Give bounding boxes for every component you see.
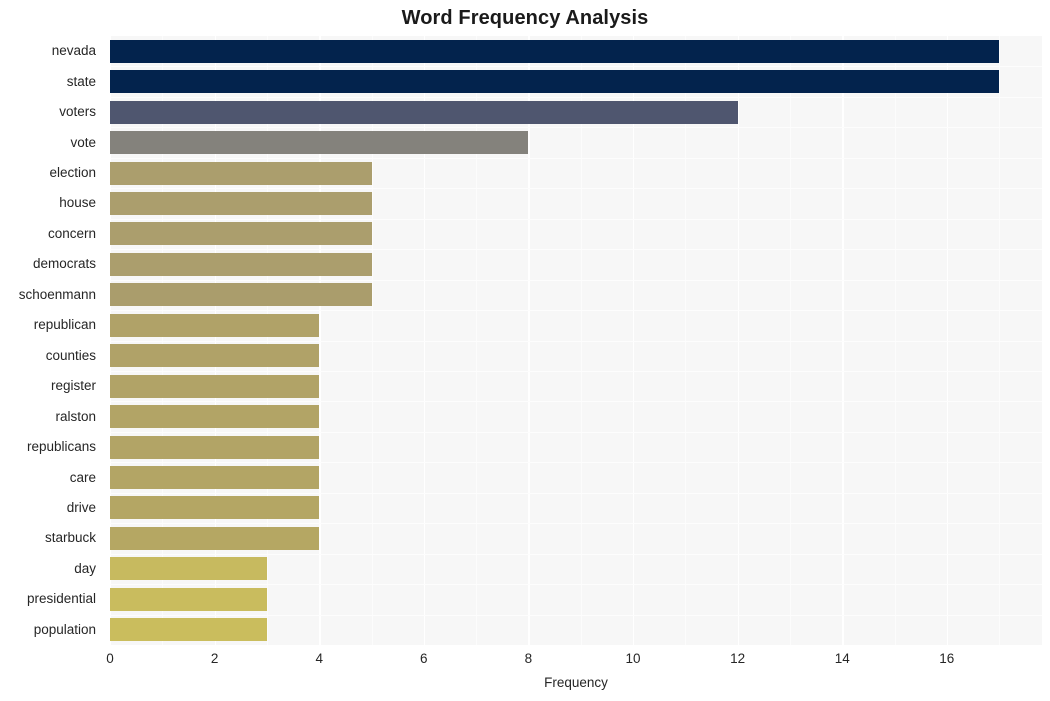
- bar: [110, 618, 267, 642]
- y-axis-tick-label: population: [33, 621, 96, 637]
- x-axis-tick-label: 14: [834, 651, 850, 666]
- gridline-horizontal: [110, 188, 1042, 189]
- gridline-horizontal: [110, 97, 1042, 98]
- y-axis-tick-label: schoenmann: [18, 286, 96, 302]
- y-axis-tick-label: care: [69, 469, 96, 485]
- y-axis-tick-label: register: [50, 378, 96, 394]
- x-axis-tick-label: 4: [315, 651, 323, 666]
- bar: [110, 39, 1000, 63]
- gridline-horizontal: [110, 127, 1042, 128]
- y-axis-tick-label: counties: [45, 347, 96, 363]
- bar: [110, 466, 320, 490]
- bar: [110, 131, 529, 155]
- chart-figure: Word Frequency Analysis nevada state voter…: [0, 0, 1050, 701]
- x-axis-tick-label: 8: [524, 651, 533, 666]
- plot-area: [110, 36, 1042, 645]
- gridline-horizontal: [110, 219, 1042, 220]
- y-axis-tick-label: republican: [33, 317, 96, 333]
- gridline-horizontal: [110, 523, 1042, 524]
- x-axis-tick-label: 12: [730, 651, 746, 666]
- bar: [110, 496, 320, 520]
- x-axis-tick-label: 6: [420, 651, 428, 666]
- y-axis-tick-label: concern: [47, 225, 96, 241]
- x-axis-tick-label: 0: [106, 651, 114, 666]
- gridline-horizontal: [110, 249, 1042, 250]
- x-axis-tick-label: 10: [625, 651, 641, 666]
- bar: [110, 344, 320, 368]
- x-axis-tick-label: 16: [939, 651, 955, 666]
- y-axis-tick-label: election: [49, 165, 96, 181]
- y-axis-tick-label: presidential: [26, 591, 96, 607]
- bar: [110, 222, 372, 246]
- gridline-horizontal: [110, 310, 1042, 311]
- page-title: Word Frequency Analysis: [401, 7, 649, 29]
- bar: [110, 587, 267, 611]
- gridline-horizontal: [110, 401, 1042, 402]
- y-axis-tick-label: democrats: [32, 256, 96, 272]
- y-axis-tick-label: day: [74, 560, 96, 576]
- bar: [110, 405, 320, 429]
- y-axis-tick-label: ralston: [55, 408, 96, 424]
- bar: [110, 191, 372, 215]
- gridline-horizontal: [110, 615, 1042, 616]
- bar: [110, 374, 320, 398]
- y-axis-tick-label: vote: [70, 134, 96, 150]
- bar: [110, 526, 320, 550]
- gridline-horizontal: [110, 66, 1042, 67]
- y-axis-tick-label: state: [66, 73, 96, 89]
- y-axis-tick-labels: nevada state voters vote election house concer…: [0, 36, 103, 645]
- gridline-horizontal: [110, 158, 1042, 159]
- x-axis-tick-label: 2: [210, 651, 219, 666]
- gridline-horizontal: [110, 280, 1042, 281]
- bar: [110, 313, 320, 337]
- gridline-horizontal: [110, 432, 1042, 433]
- bar: [110, 161, 372, 185]
- y-axis-tick-label: drive: [66, 499, 96, 515]
- gridline-horizontal: [110, 554, 1042, 555]
- bar: [110, 435, 320, 459]
- x-axis-tick-labels: 0 2 4 6 8 10 12 14 16: [106, 651, 1042, 671]
- bar: [110, 252, 372, 276]
- gridline-horizontal: [110, 462, 1042, 463]
- gridline-horizontal: [110, 371, 1042, 372]
- bar: [110, 283, 372, 307]
- y-axis-tick-label: voters: [59, 104, 96, 120]
- gridline-horizontal: [110, 584, 1042, 585]
- bar: [110, 70, 1000, 94]
- bar: [110, 100, 738, 124]
- y-axis-tick-label: republicans: [26, 439, 96, 455]
- x-axis-title: Frequency: [544, 675, 608, 690]
- y-axis-tick-label: house: [59, 195, 96, 211]
- gridline-horizontal: [110, 341, 1042, 342]
- y-axis-tick-label: nevada: [51, 43, 96, 59]
- y-axis-tick-label: starbuck: [44, 530, 96, 546]
- bar: [110, 557, 267, 581]
- gridline-horizontal: [110, 493, 1042, 494]
